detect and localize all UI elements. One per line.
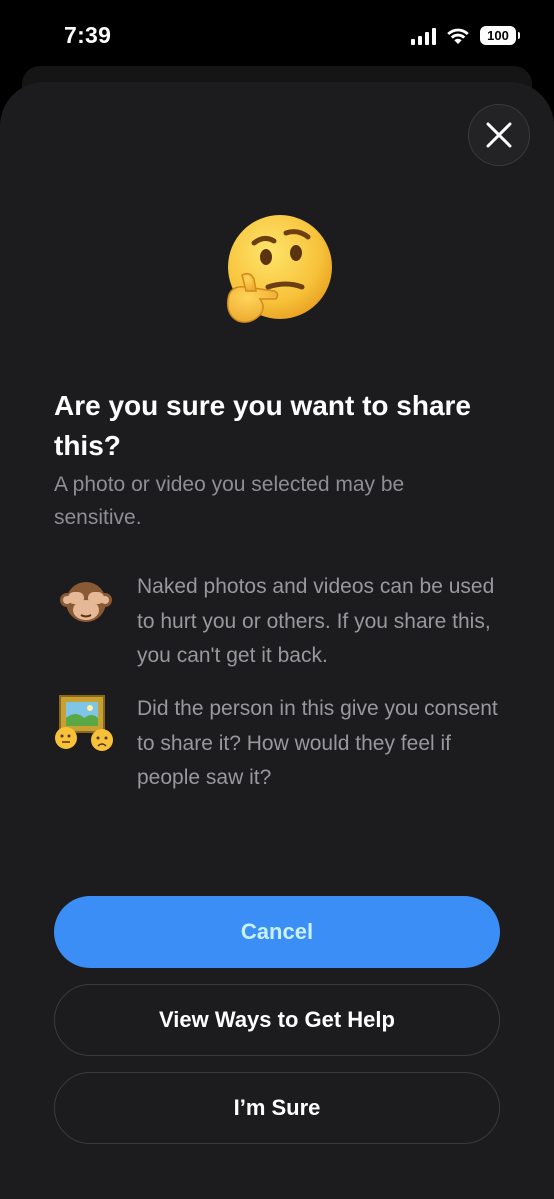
framed-picture-worried-faces-icon <box>55 695 113 751</box>
thinking-face-icon <box>226 215 332 323</box>
dialog-subtitle: A photo or video you selected may be sen… <box>54 473 405 529</box>
bullet-text: Did the person in this give you consent … <box>137 697 498 789</box>
signal-icon <box>411 27 436 45</box>
status-icons: 100 <box>411 26 520 45</box>
see-no-evil-monkey-icon <box>60 582 112 622</box>
battery-level: 100 <box>487 28 509 43</box>
battery-icon: 100 <box>480 26 520 45</box>
status-bar: 7:39 100 <box>0 0 554 72</box>
close-icon <box>486 122 512 148</box>
view-ways-to-get-help-button[interactable]: View Ways to Get Help <box>54 984 500 1056</box>
bullet-text: Naked photos and videos can be used to h… <box>137 575 495 667</box>
status-time: 7:39 <box>64 22 112 48</box>
wifi-icon <box>447 28 469 44</box>
close-button[interactable] <box>468 104 530 166</box>
im-sure-button[interactable]: I’m Sure <box>54 1072 500 1144</box>
dialog-title: Are you sure you want to share this? <box>54 390 471 461</box>
cancel-button[interactable]: Cancel <box>54 896 500 968</box>
